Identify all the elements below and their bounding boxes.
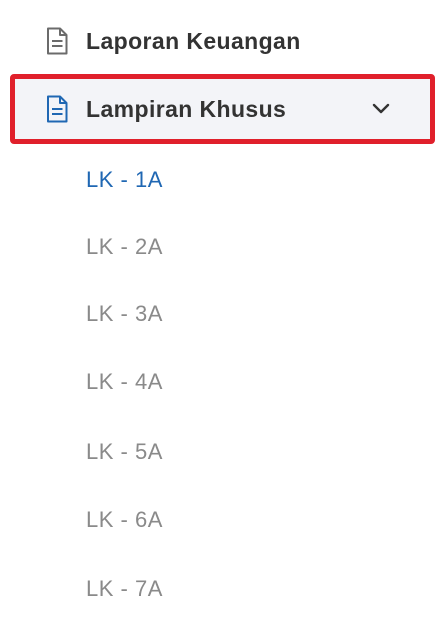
menu-item-laporan-keuangan[interactable]: Laporan Keuangan bbox=[0, 18, 446, 64]
menu-item-label: Laporan Keuangan bbox=[86, 27, 301, 54]
chevron-down-icon[interactable] bbox=[372, 103, 390, 115]
menu-item-lampiran-khusus[interactable]: Lampiran Khusus bbox=[10, 74, 435, 144]
submenu-item-lk-5a[interactable]: LK - 5A bbox=[86, 437, 163, 467]
document-icon bbox=[47, 27, 68, 55]
sidebar-nav: Laporan Keuangan Lampiran Khusus LK - 1A… bbox=[0, 0, 446, 628]
submenu-item-lk-4a[interactable]: LK - 4A bbox=[86, 367, 163, 397]
submenu-item-lk-2a[interactable]: LK - 2A bbox=[86, 232, 163, 262]
document-icon bbox=[47, 95, 68, 123]
submenu-item-lk-7a[interactable]: LK - 7A bbox=[86, 574, 163, 604]
submenu-item-lk-1a[interactable]: LK - 1A bbox=[86, 165, 163, 195]
submenu-item-lk-3a[interactable]: LK - 3A bbox=[86, 299, 163, 329]
submenu-item-lk-6a[interactable]: LK - 6A bbox=[86, 505, 163, 535]
menu-item-label: Lampiran Khusus bbox=[86, 95, 287, 122]
